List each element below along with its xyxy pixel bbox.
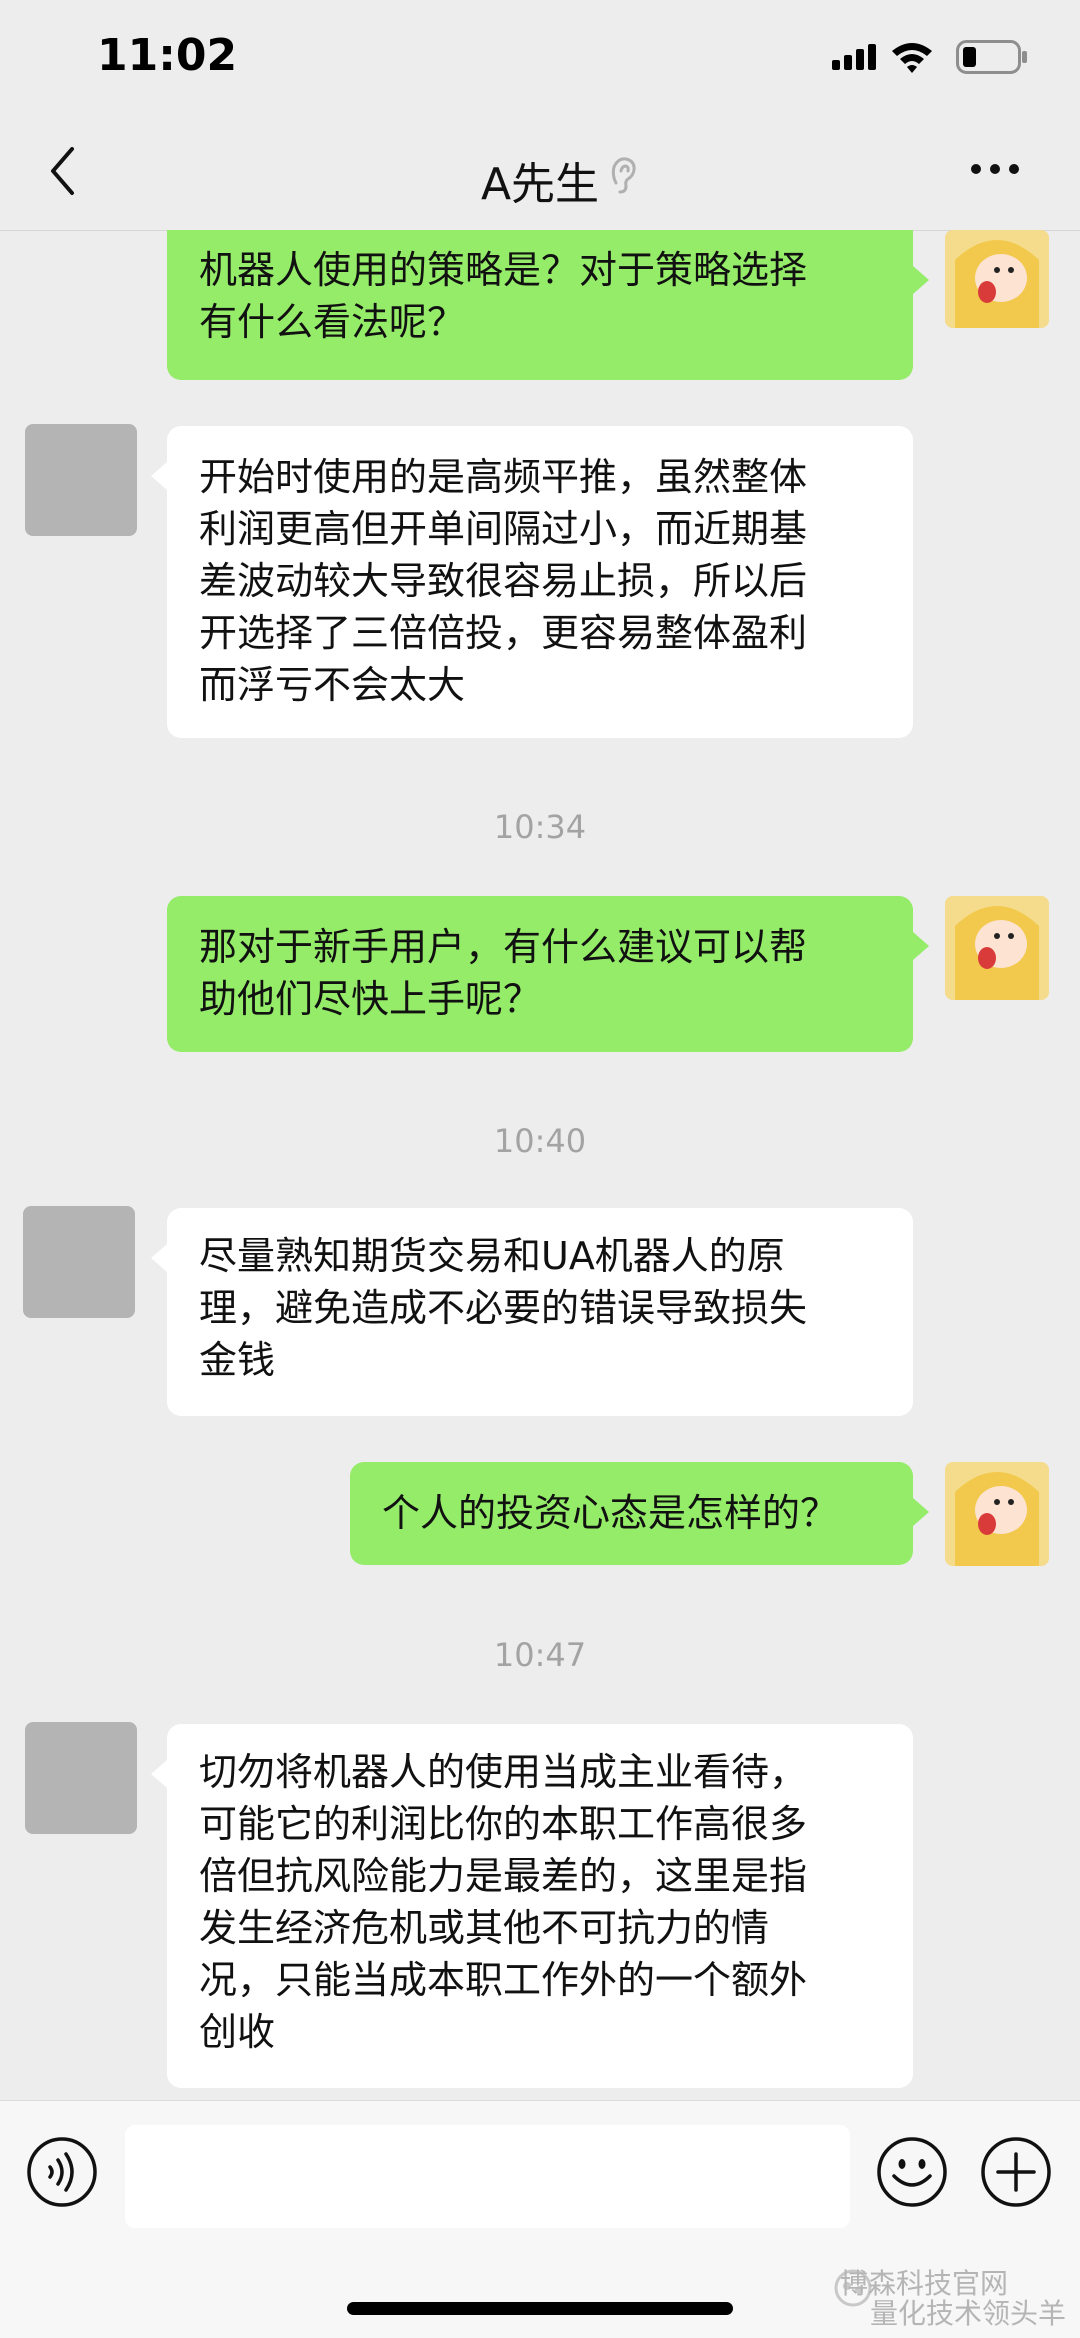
cartoon-avatar-icon	[945, 230, 1049, 328]
message-line: 差波动较大导致很容易止损，所以后	[199, 559, 808, 603]
signal-icon	[832, 44, 876, 70]
message-line: 况，只能当成本职工作外的一个额外	[199, 1958, 808, 2002]
message-line: 利润更高但开单间隔过小，而近期基	[199, 507, 808, 551]
my-avatar[interactable]	[945, 1462, 1049, 1566]
contact-avatar[interactable]	[23, 1206, 135, 1318]
timestamp: 10:40	[493, 1122, 587, 1160]
contact-avatar[interactable]	[25, 1722, 137, 1834]
status-bar: 11:02	[0, 0, 1080, 120]
timestamp: 10:47	[493, 1636, 587, 1674]
message-line: 助他们尽快上手呢？	[199, 977, 542, 1021]
bubble-tail	[151, 462, 167, 490]
message-line: 个人的投资心态是怎样的？	[382, 1491, 839, 1535]
message-line: 可能它的利润比你的本职工作高很多	[199, 1802, 808, 1846]
bubble-tail	[913, 1498, 929, 1526]
earpiece-mode-icon	[611, 157, 636, 194]
emoji-icon[interactable]	[876, 2136, 948, 2208]
cartoon-avatar-icon	[945, 1462, 1049, 1566]
message-line: 尽量熟知期货交易和UA机器人的原	[199, 1234, 785, 1278]
bubble-tail	[913, 266, 929, 294]
cartoon-avatar-icon	[945, 896, 1049, 1000]
message-line: 发生经济危机或其他不可抗力的情	[199, 1906, 770, 1950]
message-line: 开选择了三倍倍投，更容易整体盈利	[199, 611, 808, 655]
my-avatar[interactable]	[945, 230, 1049, 328]
wifi-icon	[892, 43, 932, 73]
message-line: 机器人使用的策略是？对于策略选择	[199, 248, 808, 292]
message-line: 金钱	[199, 1338, 276, 1382]
message-line: 理，避免造成不必要的错误导致损失	[199, 1286, 808, 1330]
message-line: 有什么看法呢？	[199, 300, 466, 344]
bubble-tail	[151, 1244, 167, 1272]
my-message-bubble[interactable]: 那对于新手用户，有什么建议可以帮 助他们尽快上手呢？	[167, 896, 913, 1052]
message-line: 而浮亏不会太大	[199, 663, 466, 707]
their-message-bubble[interactable]: 尽量熟知期货交易和UA机器人的原 理，避免造成不必要的错误导致损失 金钱	[167, 1208, 913, 1416]
more-icon[interactable]	[970, 162, 1020, 176]
bubble-tail	[913, 932, 929, 960]
their-message-bubble[interactable]: 开始时使用的是高频平推，虽然整体 利润更高但开单间隔过小，而近期基 差波动较大导…	[167, 426, 913, 738]
message-line: 倍但抗风险能力是最差的，这里是指	[199, 1854, 808, 1898]
watermark-line: 量化技术领头羊	[870, 2297, 1067, 2330]
message-input[interactable]	[125, 2125, 850, 2228]
voice-input-icon[interactable]	[26, 2136, 98, 2208]
my-avatar[interactable]	[945, 896, 1049, 1000]
my-message-bubble[interactable]: 个人的投资心态是怎样的？	[350, 1462, 913, 1565]
battery-icon	[956, 40, 1027, 74]
message-line: 创收	[199, 2010, 276, 2054]
home-indicator[interactable]	[347, 2302, 733, 2315]
status-time: 11:02	[97, 30, 238, 81]
their-message-bubble[interactable]: 切勿将机器人的使用当成主业看待， 可能它的利润比你的本职工作高很多 倍但抗风险能…	[167, 1724, 913, 2088]
message-line: 切勿将机器人的使用当成主业看待，	[199, 1750, 808, 1794]
message-line: 那对于新手用户，有什么建议可以帮	[199, 925, 808, 969]
bubble-tail	[151, 1760, 167, 1788]
timestamp: 10:34	[493, 808, 587, 846]
contact-avatar[interactable]	[25, 424, 137, 536]
message-line: 开始时使用的是高频平推，虽然整体	[199, 455, 808, 499]
plus-icon[interactable]	[980, 2136, 1052, 2208]
chat-title: A先生	[480, 159, 600, 210]
my-message-bubble[interactable]: 机器人使用的策略是？对于策略选择 有什么看法呢？	[167, 230, 913, 380]
